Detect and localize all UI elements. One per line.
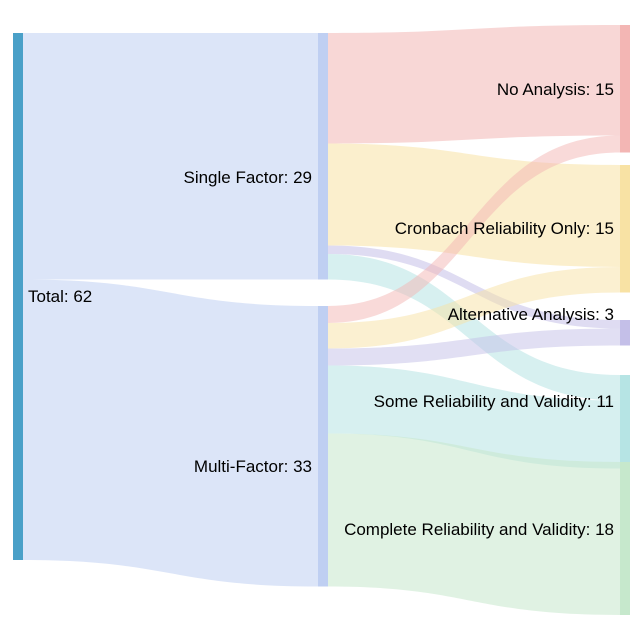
label-single: Single Factor: 29 <box>183 168 312 187</box>
node-none <box>620 25 630 153</box>
node-multi <box>318 306 328 587</box>
sankey-chart: Total: 62 Single Factor: 29 Multi-Factor… <box>0 0 640 640</box>
link-total-multi <box>23 280 318 587</box>
node-alt <box>620 320 630 346</box>
label-some: Some Reliability and Validity: 11 <box>374 392 614 411</box>
node-cron <box>620 165 630 293</box>
label-multi: Multi-Factor: 33 <box>194 457 312 476</box>
label-total: Total: 62 <box>28 287 92 306</box>
label-cron: Cronbach Reliability Only: 15 <box>395 219 614 238</box>
label-comp: Complete Reliability and Validity: 18 <box>344 520 614 539</box>
node-some <box>620 375 630 469</box>
node-total <box>13 33 23 560</box>
label-alt: Alternative Analysis: 3 <box>448 305 614 324</box>
node-comp <box>620 462 630 615</box>
label-none: No Analysis: 15 <box>497 80 614 99</box>
node-single <box>318 33 328 280</box>
link-total-single <box>23 33 318 280</box>
